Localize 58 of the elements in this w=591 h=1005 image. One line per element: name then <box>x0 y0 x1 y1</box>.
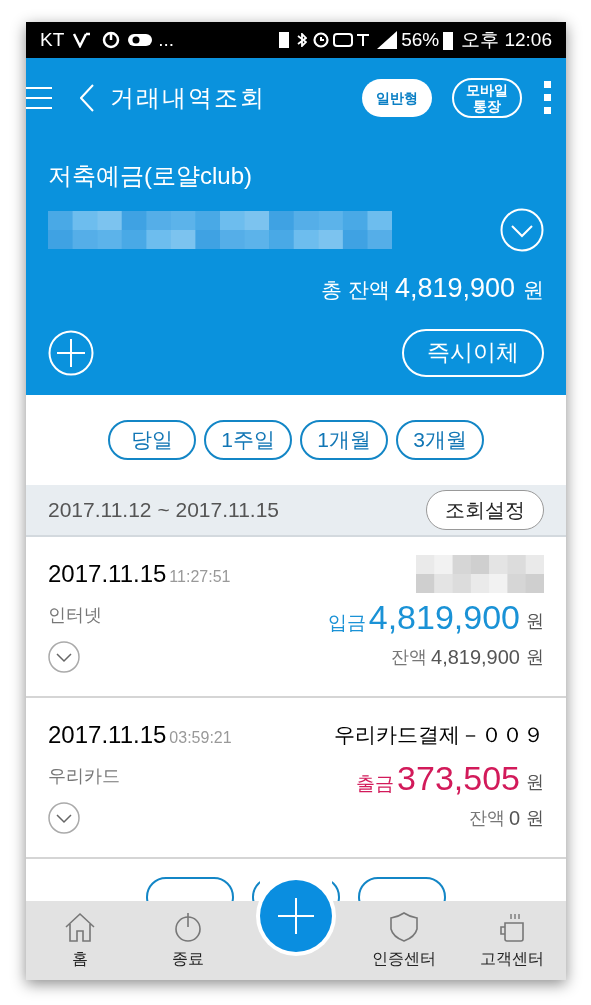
view-mode-button[interactable]: 일반형 <box>362 79 432 117</box>
transaction-channel: 인터넷 <box>48 604 102 627</box>
transaction-type: 출금 <box>356 771 395 796</box>
back-icon[interactable] <box>80 84 94 112</box>
nav-item[interactable]: 홈 <box>26 901 134 980</box>
query-settings-button[interactable]: 조회설정 <box>426 490 544 530</box>
balance-label: 잔액 <box>391 645 427 669</box>
transaction-amount: 4,819,900 <box>368 597 520 637</box>
total-balance-amount: 4,819,900 <box>394 272 515 305</box>
power-icon <box>172 911 204 943</box>
transaction-memo: 우리카드결제－００９ <box>334 722 544 749</box>
transaction-row[interactable]: 2017.11.15 11:27:51 인터넷 입금 4,819,900 원 잔액 4,819,900 원 <box>26 537 566 698</box>
transaction-amount: 373,505 <box>397 758 520 798</box>
currency-unit: 원 <box>526 806 544 830</box>
total-balance-label: 총 잔액 <box>321 277 390 303</box>
transaction-row[interactable]: 2017.11.15 03:59:21 우리카드결제－００９ 우리카드 출금 373,505 원 잔액 0 원 <box>26 698 566 859</box>
currency-unit: 원 <box>526 645 544 669</box>
transaction-type: 입금 <box>327 610 366 635</box>
battery-percent: 56% <box>401 27 440 52</box>
nav-item[interactable]: 인증센터 <box>350 901 458 980</box>
currency-unit: 원 <box>523 277 544 303</box>
balance-amount: 4,819,900 <box>431 645 520 670</box>
account-name: 저축예금(로얄club) <box>48 161 253 191</box>
volte-icon <box>72 32 93 48</box>
signal-icon <box>377 31 398 49</box>
home-icon <box>64 911 96 943</box>
hd-icon <box>333 33 354 47</box>
battery-icon <box>443 30 454 50</box>
period-button[interactable]: 1개월 <box>300 420 388 460</box>
toggle-icon <box>128 34 153 46</box>
add-icon[interactable] <box>48 329 94 376</box>
clock: 오후 12:06 <box>461 27 552 52</box>
carrier-label: KT <box>40 27 65 52</box>
shield-icon <box>388 911 420 943</box>
more-notifications-label: ... <box>158 27 175 52</box>
transaction-channel: 우리카드 <box>48 765 120 788</box>
nav-item[interactable]: 종료 <box>134 901 242 980</box>
date-range: 2017.11.12 ~ 2017.11.15 <box>48 497 280 524</box>
period-button[interactable]: 3개월 <box>396 420 484 460</box>
expand-icon[interactable] <box>48 641 80 673</box>
currency-unit: 원 <box>526 771 544 794</box>
transaction-date: 2017.11.15 <box>48 720 167 750</box>
alarm-icon <box>313 32 330 48</box>
page-title: 거래내역조회 <box>110 83 266 113</box>
transaction-time: 11:27:51 <box>169 567 231 587</box>
transaction-time: 03:59:21 <box>169 728 232 748</box>
currency-unit: 원 <box>526 610 544 633</box>
expand-icon[interactable] <box>48 802 80 834</box>
period-button[interactable]: 1주일 <box>204 420 292 460</box>
menu-icon[interactable] <box>26 86 52 110</box>
nav-item[interactable]: 고객센터 <box>458 901 566 980</box>
period-button[interactable]: 당일 <box>108 420 196 460</box>
balance-label: 잔액 <box>468 806 505 830</box>
balance-amount: 0 <box>508 806 520 831</box>
power-icon <box>102 31 121 49</box>
transaction-date: 2017.11.15 <box>48 559 167 589</box>
more-options-icon[interactable] <box>544 81 552 115</box>
bluetooth-icon <box>297 33 308 47</box>
